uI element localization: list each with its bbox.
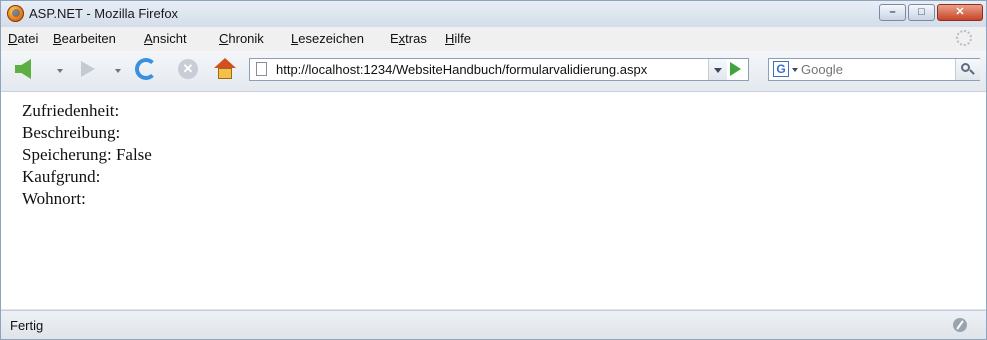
menu-extras[interactable]: Extras [390,31,427,46]
throbber-icon [956,30,972,46]
menu-ansicht[interactable]: Ansicht [144,31,187,46]
maximize-icon: □ [918,6,925,18]
engine-dropdown-icon[interactable] [792,68,798,72]
go-arrow-icon[interactable] [730,62,741,76]
firefox-icon [7,5,24,22]
stop-icon[interactable]: ✕ [178,59,198,79]
status-bar: Fertig [1,310,986,339]
minimize-icon: – [889,6,896,18]
reload-icon[interactable] [135,58,157,80]
url-text[interactable]: http://localhost:1234/WebsiteHandbuch/fo… [276,62,647,77]
search-input[interactable] [801,61,941,78]
label-beschreibung: Beschreibung: [22,123,121,142]
menu-chronik[interactable]: Chronik [219,31,264,46]
menu-bearbeiten[interactable]: Bearbeiten [53,31,116,46]
label-wohnort: Wohnort: [22,189,86,208]
close-icon: ✕ [955,6,965,18]
back-history-dropdown-icon[interactable] [57,69,63,73]
maximize-button[interactable]: □ [908,4,935,21]
status-icon [953,318,967,332]
status-text: Fertig [10,318,44,333]
title-bar: ASP.NET - Mozilla Firefox – □ ✕ [1,1,986,27]
search-bar[interactable]: G [768,58,980,81]
back-arrow-icon[interactable] [15,59,31,79]
home-icon[interactable] [214,58,236,80]
address-bar[interactable]: http://localhost:1234/WebsiteHandbuch/fo… [249,58,749,81]
google-engine-icon[interactable]: G [773,61,789,77]
url-dropdown-button[interactable] [708,59,727,80]
browser-window: ASP.NET - Mozilla Firefox – □ ✕ Datei Be… [0,0,987,340]
menu-bar: Datei Bearbeiten Ansicht Chronik Lesezei… [1,27,986,52]
search-button[interactable] [955,59,980,80]
menu-lesezeichen[interactable]: Lesezeichen [291,31,364,46]
menu-datei[interactable]: Datei [8,31,38,46]
label-zufriedenheit: Zufriedenheit: [22,101,120,120]
menu-hilfe[interactable]: Hilfe [445,31,471,46]
minimize-button[interactable]: – [879,4,906,21]
forward-arrow-icon[interactable] [81,61,95,77]
navigation-toolbar: ✕ http://localhost:1234/WebsiteHandbuch/… [1,51,986,92]
page-icon [256,62,267,76]
page-content: Zufriedenheit: Beschreibung: Speicherung… [1,92,986,309]
window-title: ASP.NET - Mozilla Firefox [29,6,179,21]
label-speicherung: Speicherung: False [22,145,152,164]
label-kaufgrund: Kaufgrund: [22,167,101,186]
forward-history-dropdown-icon[interactable] [115,69,121,73]
close-button[interactable]: ✕ [937,4,983,21]
